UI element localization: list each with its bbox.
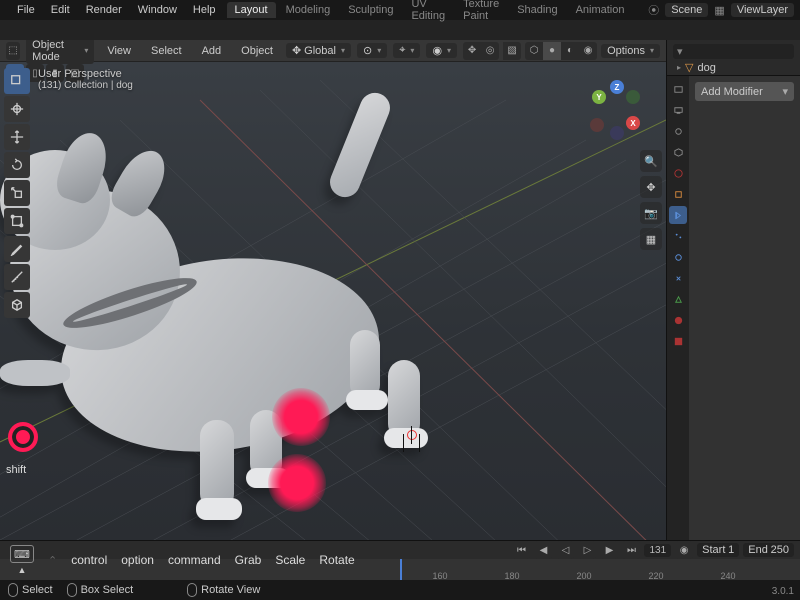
pan-icon[interactable]: ✥ — [640, 176, 662, 198]
workspace-tab-texpaint[interactable]: Texture Paint — [455, 0, 507, 24]
3d-cursor-icon — [405, 428, 419, 442]
ptab-viewlayer[interactable] — [669, 122, 687, 140]
viewport-overlay-text: User Perspective (131) Collection | dog — [38, 68, 133, 91]
scene-strip: ⦿ Scene ▦ ViewLayer — [642, 0, 800, 20]
scene-field[interactable]: Scene — [665, 3, 708, 17]
mouse-middle-icon — [187, 583, 197, 597]
workspace-tab-animation[interactable]: Animation — [568, 2, 633, 18]
outliner-search-input[interactable] — [687, 46, 800, 58]
play-rev-icon[interactable]: ◁ — [556, 541, 574, 559]
viewlayer-browse-icon[interactable]: ▦ — [714, 4, 724, 17]
mouse-left-icon — [67, 583, 77, 597]
ptab-data[interactable] — [669, 290, 687, 308]
menu-file[interactable]: File — [10, 2, 42, 18]
outliner-search[interactable]: ▾ ⎚ — [673, 44, 794, 59]
tool-select-box[interactable] — [4, 68, 30, 94]
filter-icon[interactable]: ▾ — [677, 45, 683, 58]
timeline[interactable]: ⏮ ◀ ◁ ▷ ▶ ⏭ 131 ◉ Start 1 End 250 160 18… — [0, 540, 800, 580]
ptab-scene[interactable] — [669, 143, 687, 161]
3d-viewport[interactable]: ⬚ Object Mode View Select Add Object ✥ G… — [0, 40, 666, 540]
jump-end-icon[interactable]: ⏭ — [622, 541, 640, 559]
viewport-toolbar — [4, 68, 30, 318]
perspective-toggle-icon[interactable]: ▦ — [640, 228, 662, 250]
tool-rotate[interactable] — [4, 152, 30, 178]
disclosure-triangle-icon[interactable]: ▸ — [677, 63, 681, 72]
outliner[interactable]: ▾ ⎚ ▸ ▽ dog — [667, 40, 800, 76]
shift-key-indicator: shift — [6, 464, 26, 476]
outliner-item-label: dog — [697, 62, 715, 74]
mesh-icon: ▽ — [685, 61, 693, 74]
ptab-constraints[interactable] — [669, 269, 687, 287]
play-icon[interactable]: ▷ — [578, 541, 596, 559]
properties-tabs — [667, 76, 689, 540]
current-frame-field[interactable]: 131 — [644, 544, 671, 557]
workspace-tab-modeling[interactable]: Modeling — [278, 2, 339, 18]
tool-cursor[interactable] — [4, 96, 30, 122]
tool-move[interactable] — [4, 124, 30, 150]
jump-start-icon[interactable]: ⏮ — [512, 541, 530, 559]
gizmo-x-axis[interactable]: X — [626, 116, 640, 130]
tool-transform[interactable] — [4, 208, 30, 234]
status-box-select: Box Select — [81, 584, 134, 596]
status-select: Select — [22, 584, 53, 596]
tool-scale[interactable] — [4, 180, 30, 206]
timeline-ruler[interactable]: 160 180 200 220 240 — [0, 559, 800, 581]
menu-render[interactable]: Render — [79, 2, 129, 18]
next-key-icon[interactable]: ▶ — [600, 541, 618, 559]
chevron-down-icon: ▾ — [782, 85, 788, 98]
zoom-icon[interactable]: 🔍 — [640, 150, 662, 172]
overlay-perspective: User Perspective — [38, 68, 133, 80]
outliner-item-dog[interactable]: ▸ ▽ dog — [673, 59, 794, 76]
menu-help[interactable]: Help — [186, 2, 223, 18]
navigation-gizmo[interactable]: X Y Z — [588, 84, 642, 138]
camera-view-icon[interactable]: 📷 — [640, 202, 662, 224]
touch-indicator-icon — [8, 422, 38, 452]
tool-annotate[interactable] — [4, 236, 30, 262]
viewport-side-controls: 🔍 ✥ 📷 ▦ — [640, 150, 662, 250]
right-panel: ▾ ⎚ ▸ ▽ dog — [666, 40, 800, 540]
ptab-particles[interactable] — [669, 227, 687, 245]
gizmo-y-axis[interactable]: Y — [592, 90, 606, 104]
mouse-left-icon — [8, 583, 18, 597]
tool-measure[interactable] — [4, 264, 30, 290]
ptab-render[interactable] — [669, 80, 687, 98]
dog-mesh[interactable] — [0, 90, 470, 520]
start-frame-field[interactable]: Start 1 — [697, 543, 739, 557]
menu-edit[interactable]: Edit — [44, 2, 77, 18]
ptab-modifiers[interactable] — [669, 206, 687, 224]
ptab-object[interactable] — [669, 185, 687, 203]
autokey-icon[interactable]: ◉ — [675, 541, 693, 559]
overlay-collection: (131) Collection | dog — [38, 80, 133, 91]
workspace-tab-layout[interactable]: Layout — [227, 2, 276, 18]
prev-key-icon[interactable]: ◀ — [534, 541, 552, 559]
status-rotate-view: Rotate View — [201, 584, 260, 596]
ptab-material[interactable] — [669, 311, 687, 329]
properties-panel: Add Modifier ▾ — [667, 76, 800, 540]
viewlayer-field[interactable]: ViewLayer — [731, 3, 794, 17]
tool-add-cube[interactable] — [4, 292, 30, 318]
workspace-tab-uv[interactable]: UV Editing — [403, 0, 453, 24]
status-bar: Select Box Select Rotate View — [0, 580, 800, 600]
scene-browse-icon[interactable]: ⦿ — [648, 2, 659, 18]
gizmo-z-axis[interactable]: Z — [610, 80, 624, 94]
menu-window[interactable]: Window — [131, 2, 184, 18]
ptab-physics[interactable] — [669, 248, 687, 266]
add-modifier-label: Add Modifier — [701, 86, 763, 98]
playhead[interactable] — [400, 559, 402, 581]
add-modifier-dropdown[interactable]: Add Modifier ▾ — [695, 82, 794, 101]
ptab-world[interactable] — [669, 164, 687, 182]
workspace-tab-sculpting[interactable]: Sculpting — [340, 2, 401, 18]
ptab-output[interactable] — [669, 101, 687, 119]
end-frame-field[interactable]: End 250 — [743, 543, 794, 557]
version-label: 3.0.1 — [772, 586, 794, 597]
ptab-texture[interactable] — [669, 332, 687, 350]
workspace-tab-shading[interactable]: Shading — [509, 2, 565, 18]
